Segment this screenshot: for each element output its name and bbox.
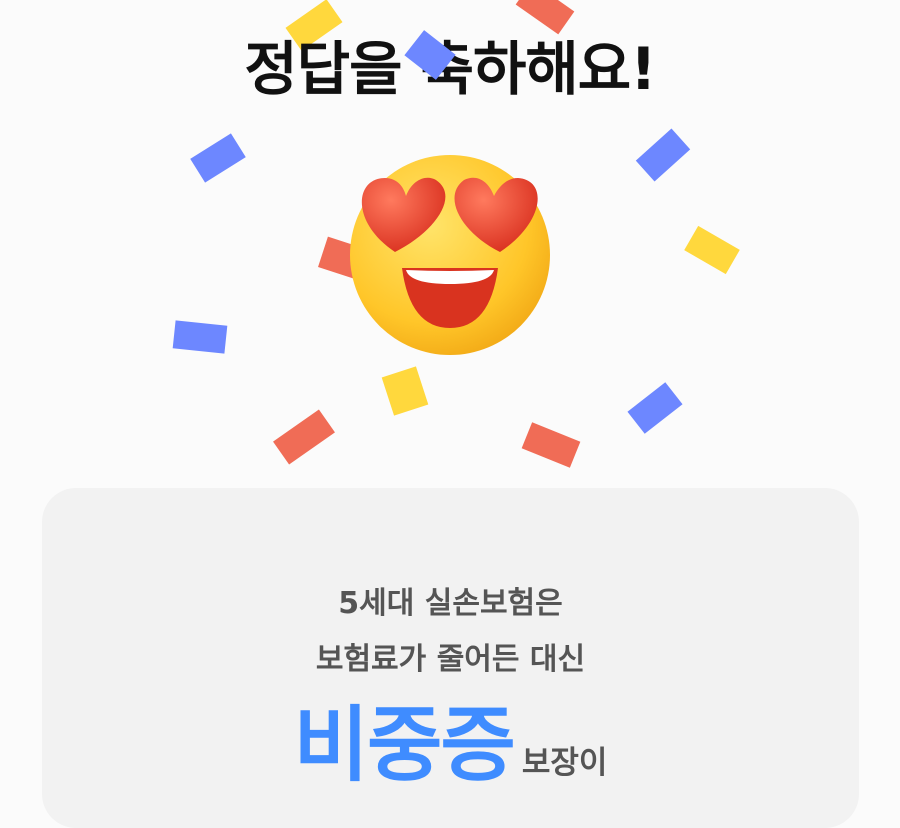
confetti-piece [521, 422, 581, 468]
highlight-row: 비중증 보장이 [42, 678, 859, 797]
highlight-suffix: 보장이 [521, 745, 608, 781]
confetti-piece [635, 128, 691, 182]
info-card: 5세대 실손보험은 보험료가 줄어든 대신 비중증 보장이 [42, 488, 859, 828]
heart-eyes-smiley-icon [350, 155, 550, 355]
confetti-piece [190, 133, 246, 183]
confetti-piece [627, 382, 683, 434]
confetti-piece [172, 320, 228, 354]
confetti-piece [381, 366, 429, 416]
card-line-2: 보험료가 줄어든 대신 [315, 642, 586, 677]
highlight-text: 비중증 [293, 698, 516, 793]
confetti-piece [273, 409, 335, 465]
confetti-piece [684, 225, 740, 275]
page-title: 정답을 축하해요! [244, 35, 656, 103]
card-line-1: 5세대 실손보험은 [338, 586, 563, 621]
